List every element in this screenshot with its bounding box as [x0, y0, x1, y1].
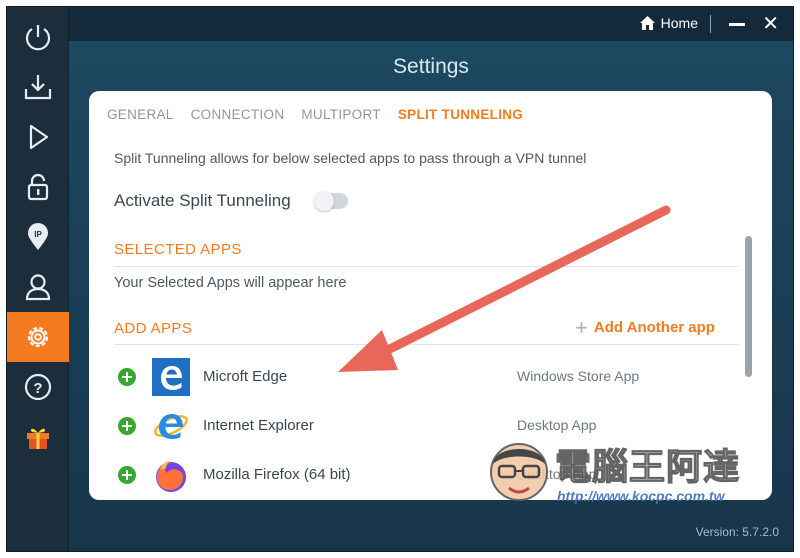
selected-apps-heading: SELECTED APPS: [114, 241, 242, 258]
home-button[interactable]: Home: [639, 15, 698, 31]
minimize-button[interactable]: [729, 23, 745, 26]
app-type: Desktop App: [517, 417, 597, 433]
firefox-icon: [156, 461, 186, 492]
list-item: Mozilla Firefox (64 bit) Desktop App: [89, 452, 739, 498]
sidebar-item-settings[interactable]: [7, 312, 69, 362]
divider: [114, 266, 739, 267]
sidebar-item-ip[interactable]: IP: [7, 212, 69, 262]
apps-scrollbar[interactable]: [745, 236, 752, 377]
edge-icon: [152, 358, 190, 396]
lock-icon: [27, 173, 49, 201]
version-label: Version: 5.7.2.0: [695, 525, 779, 539]
sidebar-item-account[interactable]: [7, 262, 69, 312]
list-item: Internet Explorer Desktop App: [89, 403, 739, 449]
sidebar-item-help[interactable]: ?: [7, 362, 69, 412]
main-area: Home ✕ Settings GENERAL CONNECTION MULTI…: [69, 7, 793, 551]
settings-panel: GENERAL CONNECTION MULTIPORT SPLIT TUNNE…: [89, 91, 772, 500]
power-icon: [25, 25, 51, 51]
vpn-app-window: IP ? Home ✕ Settings GENERAL CONNECTION …: [6, 6, 794, 552]
split-tunneling-description: Split Tunneling allows for below selecte…: [114, 150, 587, 166]
activate-split-tunneling-label: Activate Split Tunneling: [114, 191, 291, 210]
close-button[interactable]: ✕: [762, 14, 779, 34]
sidebar-item-download[interactable]: [7, 62, 69, 112]
activate-split-tunneling-toggle[interactable]: [314, 191, 348, 211]
ip-pin-icon: IP: [28, 223, 48, 250]
add-apps-heading: ADD APPS: [114, 320, 193, 337]
title-bar: Home ✕: [69, 7, 793, 41]
tab-split-tunneling[interactable]: SPLIT TUNNELING: [398, 107, 523, 122]
app-type: Desktop App: [517, 466, 597, 482]
add-app-button[interactable]: [118, 417, 136, 435]
settings-tabs: GENERAL CONNECTION MULTIPORT SPLIT TUNNE…: [107, 107, 523, 122]
app-name: Internet Explorer: [203, 417, 314, 434]
sidebar-item-power[interactable]: [7, 12, 69, 62]
page-title: Settings: [393, 55, 469, 78]
gear-icon: [27, 326, 49, 348]
svg-text:?: ?: [33, 380, 42, 397]
add-app-button[interactable]: [118, 368, 136, 386]
play-icon: [29, 124, 49, 150]
help-icon: ?: [24, 373, 52, 401]
plus-icon: +: [575, 315, 588, 340]
app-type: Windows Store App: [517, 368, 640, 384]
selected-apps-empty-note: Your Selected Apps will appear here: [114, 275, 347, 291]
home-icon: [639, 16, 655, 30]
tab-multiport[interactable]: MULTIPORT: [301, 107, 380, 122]
ie-icon: [154, 414, 188, 439]
add-another-app-button[interactable]: + Add Another app: [575, 315, 715, 340]
app-name: Microft Edge: [203, 368, 288, 385]
home-label: Home: [660, 15, 698, 31]
divider: [114, 344, 739, 345]
add-app-button[interactable]: [118, 466, 136, 484]
download-icon: [24, 75, 52, 100]
list-item: Microft Edge Windows Store App: [89, 354, 739, 400]
tab-connection[interactable]: CONNECTION: [191, 107, 285, 122]
sidebar: IP ?: [7, 7, 69, 551]
tab-general[interactable]: GENERAL: [107, 107, 174, 122]
sidebar-item-security[interactable]: [7, 162, 69, 212]
sidebar-item-gift[interactable]: [7, 412, 69, 462]
sidebar-item-connect[interactable]: [7, 112, 69, 162]
titlebar-divider: [710, 15, 711, 33]
app-name: Mozilla Firefox (64 bit): [203, 466, 351, 483]
svg-text:IP: IP: [34, 230, 42, 239]
add-another-app-label: Add Another app: [593, 319, 715, 336]
toggle-knob: [314, 191, 334, 211]
gift-icon: [27, 428, 49, 449]
user-icon: [25, 274, 51, 301]
